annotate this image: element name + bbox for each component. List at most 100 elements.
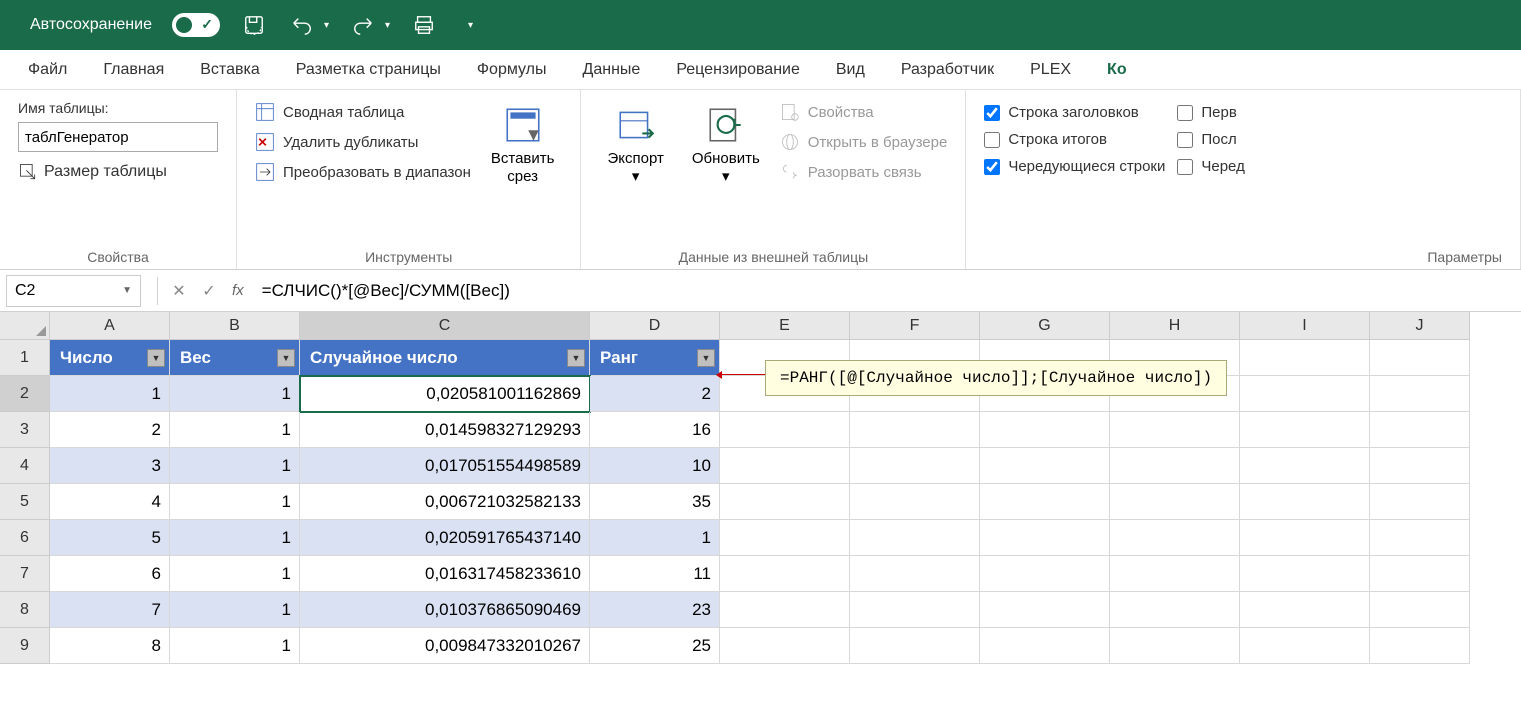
tab-formulas[interactable]: Формулы — [459, 51, 565, 89]
tab-file[interactable]: Файл — [10, 51, 85, 89]
cell[interactable]: 16 — [590, 412, 720, 448]
cell[interactable] — [720, 592, 850, 628]
tab-developer[interactable]: Разработчик — [883, 51, 1012, 89]
autosave-toggle[interactable]: ✓ — [172, 13, 220, 37]
tab-page-layout[interactable]: Разметка страницы — [278, 51, 459, 89]
cell[interactable]: 0,017051554498589 — [300, 448, 590, 484]
cell[interactable] — [1110, 628, 1240, 664]
cell[interactable] — [720, 628, 850, 664]
cell[interactable] — [1240, 520, 1370, 556]
cell[interactable] — [1370, 556, 1470, 592]
cell[interactable]: 1 — [170, 628, 300, 664]
col-header-C[interactable]: C — [300, 312, 590, 340]
tab-design[interactable]: Ко — [1089, 51, 1145, 89]
select-all-corner[interactable] — [0, 312, 50, 340]
col-header-E[interactable]: E — [720, 312, 850, 340]
cell[interactable]: 5 — [50, 520, 170, 556]
cell[interactable] — [1370, 592, 1470, 628]
cell[interactable] — [1110, 592, 1240, 628]
cell[interactable]: 0,020591765437140 — [300, 520, 590, 556]
cell[interactable] — [720, 484, 850, 520]
cell[interactable] — [1370, 484, 1470, 520]
qat-customize[interactable]: ▾ — [468, 20, 473, 31]
cell[interactable] — [720, 412, 850, 448]
cell[interactable]: 1 — [170, 484, 300, 520]
cell[interactable]: 1 — [170, 376, 300, 412]
formula-input[interactable] — [252, 275, 1521, 307]
cell[interactable]: 8 — [50, 628, 170, 664]
cell[interactable] — [1370, 340, 1470, 376]
row-header-8[interactable]: 8 — [0, 592, 50, 628]
cell[interactable] — [980, 484, 1110, 520]
cell[interactable]: 0,010376865090469 — [300, 592, 590, 628]
cell[interactable] — [850, 484, 980, 520]
cell[interactable] — [980, 592, 1110, 628]
cell[interactable]: 1 — [170, 592, 300, 628]
accept-formula-button[interactable]: ✓ — [194, 276, 224, 306]
total-row-checkbox[interactable]: Строка итогов — [984, 131, 1165, 148]
undo-icon[interactable] — [288, 11, 316, 39]
row-header-1[interactable]: 1 — [0, 340, 50, 376]
export-button[interactable]: Экспорт▾ — [599, 100, 671, 243]
cell[interactable] — [850, 520, 980, 556]
cell[interactable] — [1240, 484, 1370, 520]
cancel-formula-button[interactable]: ✕ — [164, 276, 194, 306]
cell[interactable]: 35 — [590, 484, 720, 520]
cell[interactable]: 3 — [50, 448, 170, 484]
cell[interactable] — [850, 412, 980, 448]
remove-duplicates-button[interactable]: Удалить дубликаты — [255, 132, 471, 152]
pivot-table-button[interactable]: Сводная таблица — [255, 102, 471, 122]
cell[interactable] — [720, 556, 850, 592]
cell[interactable] — [850, 448, 980, 484]
tab-data[interactable]: Данные — [565, 51, 659, 89]
print-icon[interactable] — [410, 11, 438, 39]
refresh-button[interactable]: Обновить▾ — [684, 100, 768, 243]
table-header-2[interactable]: Случайное число▼ — [300, 340, 590, 376]
cell[interactable] — [1110, 556, 1240, 592]
cell[interactable] — [1370, 376, 1470, 412]
col-header-F[interactable]: F — [850, 312, 980, 340]
cell[interactable]: 0,016317458233610 — [300, 556, 590, 592]
tab-plex[interactable]: PLEX — [1012, 51, 1089, 89]
cell[interactable] — [1370, 520, 1470, 556]
cell[interactable]: 1 — [590, 520, 720, 556]
cell[interactable]: 2 — [50, 412, 170, 448]
resize-table-button[interactable]: Размер таблицы — [18, 162, 218, 182]
cell[interactable]: 1 — [170, 556, 300, 592]
banded-rows-checkbox[interactable]: Чередующиеся строки — [984, 158, 1165, 175]
cell[interactable]: 4 — [50, 484, 170, 520]
table-header-3[interactable]: Ранг▼ — [590, 340, 720, 376]
cell[interactable] — [1370, 628, 1470, 664]
cell[interactable] — [980, 448, 1110, 484]
redo-icon[interactable] — [349, 11, 377, 39]
cell[interactable] — [1240, 448, 1370, 484]
banded-cols-checkbox[interactable]: Черед — [1177, 158, 1244, 175]
cell[interactable] — [980, 520, 1110, 556]
cell[interactable] — [1370, 448, 1470, 484]
tab-review[interactable]: Рецензирование — [658, 51, 818, 89]
cell[interactable] — [1240, 412, 1370, 448]
cell[interactable]: 0,020581001162869 — [300, 376, 590, 412]
cell[interactable]: 10 — [590, 448, 720, 484]
cell[interactable]: 0,014598327129293 — [300, 412, 590, 448]
cell[interactable]: 1 — [170, 520, 300, 556]
cell[interactable] — [1240, 556, 1370, 592]
col-header-J[interactable]: J — [1370, 312, 1470, 340]
cell[interactable]: 1 — [170, 412, 300, 448]
cell[interactable] — [850, 556, 980, 592]
insert-slicer-button[interactable]: Вставитьсрез — [483, 100, 563, 243]
row-header-7[interactable]: 7 — [0, 556, 50, 592]
tab-insert[interactable]: Вставка — [182, 51, 277, 89]
last-col-checkbox[interactable]: Посл — [1177, 131, 1244, 148]
col-header-B[interactable]: B — [170, 312, 300, 340]
cell[interactable] — [1240, 340, 1370, 376]
col-header-A[interactable]: A — [50, 312, 170, 340]
col-header-I[interactable]: I — [1240, 312, 1370, 340]
cell[interactable] — [1110, 484, 1240, 520]
filter-icon[interactable]: ▼ — [567, 349, 585, 367]
col-header-G[interactable]: G — [980, 312, 1110, 340]
cell[interactable] — [850, 592, 980, 628]
col-header-D[interactable]: D — [590, 312, 720, 340]
cell[interactable] — [1110, 412, 1240, 448]
fx-icon[interactable]: fx — [232, 282, 244, 299]
